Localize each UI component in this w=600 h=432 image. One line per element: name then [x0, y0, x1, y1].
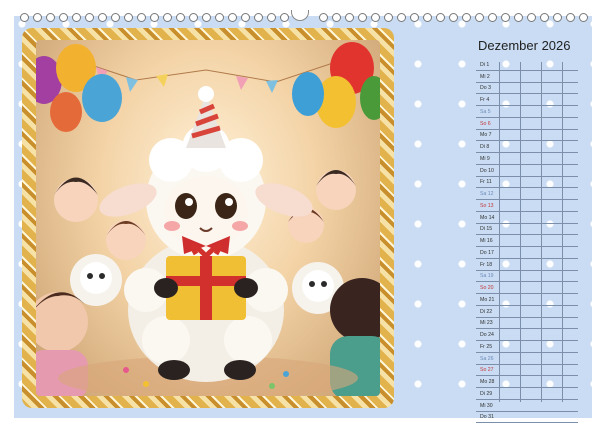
binding-ring — [371, 13, 380, 22]
column-divider — [499, 62, 500, 402]
month-title: Dezember 2026 — [478, 38, 571, 53]
illustration-svg — [36, 42, 380, 396]
day-label: Fr 18 — [480, 261, 493, 268]
binding-ring — [72, 13, 81, 22]
lamb-party-illustration — [36, 40, 380, 396]
binding-ring — [462, 13, 471, 22]
binding-ring — [189, 13, 198, 22]
day-label: Di 22 — [480, 308, 493, 315]
binding-ring — [241, 13, 250, 22]
day-label: Do 24 — [480, 332, 494, 338]
day-label: Sa 5 — [480, 108, 491, 115]
binding-ring — [423, 13, 432, 22]
day-label: Mi 16 — [480, 238, 493, 244]
day-label: Mi 9 — [480, 155, 490, 162]
binding-ring — [111, 13, 120, 22]
binding-ring — [436, 13, 445, 22]
day-label: Di 29 — [480, 390, 493, 397]
balloon — [82, 74, 122, 122]
day-label: So 6 — [480, 120, 491, 127]
column-divider — [562, 62, 563, 402]
binding-ring — [527, 13, 536, 22]
binding-ring — [254, 13, 263, 22]
day-label: Fr 4 — [480, 97, 490, 103]
day-label: Di 1 — [480, 61, 490, 68]
binding-ring — [345, 13, 354, 22]
balloon — [292, 72, 324, 116]
day-label: So 20 — [480, 285, 494, 291]
column-divider — [541, 62, 542, 402]
binding-ring — [319, 13, 328, 22]
binding-ring — [150, 13, 159, 22]
binding-ring — [358, 13, 367, 22]
binding-ring — [137, 13, 146, 22]
binding-ring — [579, 13, 588, 22]
binding-ring — [20, 13, 29, 22]
binding-ring — [475, 13, 484, 22]
day-label: Fr 11 — [480, 179, 492, 186]
binding-ring — [85, 13, 94, 22]
day-label: Mo 28 — [480, 379, 495, 385]
binding-ring — [163, 13, 172, 22]
day-label: Sa 19 — [480, 273, 494, 280]
binding-ring — [449, 13, 458, 22]
binding-ring — [267, 13, 276, 22]
binding-ring — [124, 13, 133, 22]
day-label: Sa 12 — [480, 191, 494, 197]
day-label: So 13 — [480, 202, 494, 209]
day-label: Mo 7 — [480, 132, 492, 139]
day-label: Fr 25 — [480, 343, 493, 350]
column-divider — [520, 62, 521, 402]
binding-ring — [59, 13, 68, 22]
binding-ring — [384, 13, 393, 22]
day-label: Di 8 — [480, 144, 490, 150]
day-label: Mo 14 — [480, 214, 495, 221]
binding-ring — [397, 13, 406, 22]
binding-ring — [202, 13, 211, 22]
binding-ring — [514, 13, 523, 22]
day-row: Do 31 — [476, 412, 578, 424]
day-label: Sa 26 — [480, 355, 494, 362]
binding-ring — [228, 13, 237, 22]
day-label: Mi 23 — [480, 320, 493, 327]
binding-ring — [33, 13, 42, 22]
day-label: Di 15 — [480, 226, 493, 233]
binding-ring — [410, 13, 419, 22]
binding-ring — [566, 13, 575, 22]
day-label: Do 3 — [480, 85, 491, 92]
day-label: Mo 21 — [480, 296, 495, 303]
day-label: Mi 30 — [480, 402, 493, 409]
binding-ring — [46, 13, 55, 22]
binding-ring — [501, 13, 510, 22]
binding-ring — [176, 13, 185, 22]
binding-ring — [98, 13, 107, 22]
calendar-page: Dezember 2026 Di 1 Mi 2 Do 3 Fr 4 Sa 5 So 6 Mo… — [0, 0, 600, 432]
balloon — [50, 92, 82, 132]
binding-ring — [332, 13, 341, 22]
binding-ring — [488, 13, 497, 22]
day-label: Mi 2 — [480, 73, 490, 80]
binding-ring — [280, 13, 289, 22]
day-label: Do 31 — [480, 414, 494, 421]
binding-ring — [215, 13, 224, 22]
binding-ring — [553, 13, 562, 22]
day-label: Do 10 — [480, 167, 494, 174]
day-label: So 27 — [480, 367, 494, 374]
binding-ring — [540, 13, 549, 22]
day-label: Do 17 — [480, 249, 494, 256]
